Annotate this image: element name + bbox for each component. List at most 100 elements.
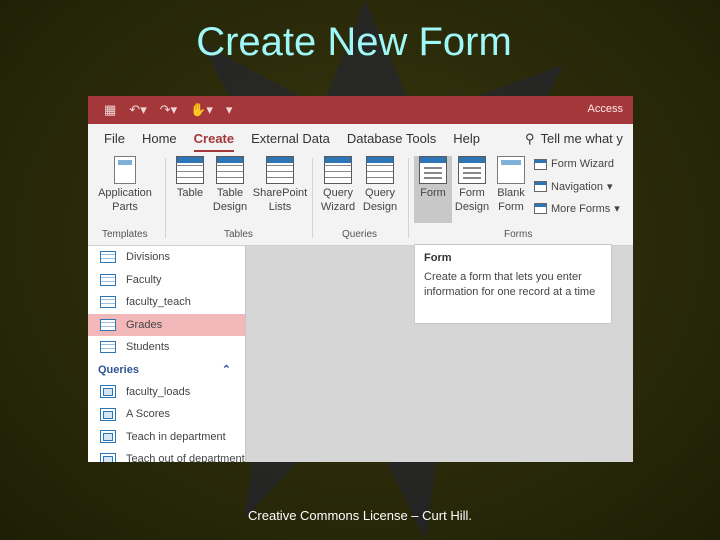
query-design-button[interactable]: Query Design <box>360 156 400 214</box>
queries-section-header[interactable]: Queries ⌃ <box>88 359 245 381</box>
query-wizard-icon <box>324 156 352 184</box>
sharepoint-lists-icon <box>266 156 294 184</box>
search-icon: ⚲ <box>525 131 535 146</box>
group-separator <box>408 158 409 238</box>
nav-item-label: Grades <box>126 318 163 331</box>
nav-table-students[interactable]: Students <box>88 336 245 358</box>
query-icon <box>100 430 116 443</box>
save-icon[interactable]: ▦ <box>104 102 116 118</box>
more-forms-button[interactable]: More Forms ▾ <box>534 202 620 215</box>
tooltip-title: Form <box>424 252 452 264</box>
query-icon <box>100 452 116 462</box>
blank-form-icon <box>497 156 525 184</box>
blank-form-button[interactable]: Blank Form <box>492 156 530 214</box>
form-label: Form <box>420 187 446 199</box>
table-label: Table <box>176 187 204 199</box>
customize-qat-icon[interactable]: ▾ <box>226 102 233 118</box>
group-label-templates: Templates <box>102 229 148 240</box>
query-icon <box>100 407 116 421</box>
form-tooltip: Form Create a form that lets you enter i… <box>414 244 612 324</box>
navigation-label: Navigation <box>551 180 603 193</box>
group-separator <box>312 158 313 238</box>
queries-header-label: Queries <box>98 363 139 376</box>
title-bar: ▦ ↶▾ ↷▾ ✋▾ ▾ Access <box>88 96 633 124</box>
nav-table-divisions[interactable]: Divisions <box>88 246 245 268</box>
table-design-label: Table Design <box>212 187 248 213</box>
navigation-icon <box>534 181 547 192</box>
access-window: ▦ ↶▾ ↷▾ ✋▾ ▾ Access File Home Create Ext… <box>88 96 633 462</box>
query-wizard-button[interactable]: Query Wizard <box>318 156 358 214</box>
form-design-button[interactable]: Form Design <box>454 156 490 214</box>
slide-title: Create New Form <box>196 20 512 64</box>
form-wizard-icon <box>534 158 547 170</box>
query-design-icon <box>366 156 394 184</box>
navigation-button[interactable]: Navigation ▾ <box>534 180 613 193</box>
form-button[interactable]: Form <box>414 156 452 223</box>
nav-table-grades[interactable]: Grades <box>88 313 245 336</box>
table-icon <box>100 341 116 353</box>
touch-mode-icon[interactable]: ✋▾ <box>190 102 213 118</box>
nav-query-a-scores[interactable]: A Scores <box>88 403 245 425</box>
table-icon <box>100 273 116 286</box>
more-forms-label: More Forms <box>551 202 611 215</box>
group-separator <box>165 158 166 238</box>
group-label-tables: Tables <box>224 229 253 240</box>
chevron-down-icon: ▾ <box>606 181 613 193</box>
table-icon <box>100 318 116 331</box>
ribbon-tabs: File Home Create External Data Database … <box>88 124 633 152</box>
nav-query-teach-in-department[interactable]: Teach in department <box>88 426 245 448</box>
nav-query-teach-out-of-department[interactable]: Teach out of department <box>88 448 245 462</box>
nav-item-label: Teach out of department <box>126 453 245 462</box>
nav-item-label: Students <box>126 341 170 353</box>
navigation-pane: Divisions Faculty faculty_teach Grades S… <box>88 246 246 462</box>
nav-item-label: Teach in department <box>126 430 226 443</box>
nav-table-faculty[interactable]: Faculty <box>88 269 245 291</box>
application-parts-button[interactable]: Application Parts <box>94 156 156 214</box>
quick-access-toolbar: ▦ ↶▾ ↷▾ ✋▾ ▾ <box>104 102 232 118</box>
slide-footer: Creative Commons License – Curt Hill. <box>248 508 472 523</box>
nav-item-label: faculty_teach <box>126 296 191 308</box>
table-icon <box>100 296 116 308</box>
query-wizard-label: Query Wizard <box>320 187 356 213</box>
tab-file[interactable]: File <box>104 127 125 150</box>
tab-home[interactable]: Home <box>142 127 177 150</box>
ribbon: Application Parts Table Table Design Sha… <box>88 152 633 246</box>
form-design-icon <box>458 156 486 184</box>
nav-item-label: Faculty <box>126 273 162 286</box>
application-parts-label: Application Parts <box>98 187 152 213</box>
redo-icon[interactable]: ↷▾ <box>160 102 177 118</box>
nav-item-label: faculty_loads <box>126 385 191 398</box>
tell-me-box[interactable]: ⚲ Tell me what y <box>525 131 623 147</box>
group-label-forms: Forms <box>504 229 533 240</box>
app-name: Access <box>587 103 623 115</box>
tooltip-text: Create a form that lets you enter inform… <box>424 271 596 298</box>
form-icon <box>419 156 447 184</box>
tab-external-data[interactable]: External Data <box>251 127 330 150</box>
application-parts-icon <box>114 156 136 184</box>
table-icon <box>100 251 116 263</box>
undo-icon[interactable]: ↶▾ <box>129 102 146 118</box>
table-design-button[interactable]: Table Design <box>210 156 250 214</box>
nav-item-label: A Scores <box>126 408 171 420</box>
form-wizard-label: Form Wizard <box>551 158 614 170</box>
tell-me-text: Tell me what y <box>540 131 623 146</box>
sharepoint-lists-button[interactable]: SharePoint Lists <box>252 156 308 214</box>
table-icon <box>176 156 204 184</box>
form-design-label: Form Design <box>454 187 490 213</box>
tab-create[interactable]: Create <box>193 127 235 152</box>
nav-query-faculty-loads[interactable]: faculty_loads <box>88 381 245 403</box>
chevron-down-icon: ▾ <box>614 203 620 215</box>
group-label-queries: Queries <box>342 229 378 240</box>
query-design-label: Query Design <box>362 187 398 213</box>
more-forms-icon <box>534 203 547 214</box>
nav-item-label: Divisions <box>126 251 171 263</box>
nav-table-faculty-teach[interactable]: faculty_teach <box>88 291 245 313</box>
tab-database-tools[interactable]: Database Tools <box>347 127 436 150</box>
table-button[interactable]: Table <box>172 156 208 200</box>
tab-help[interactable]: Help <box>453 127 480 150</box>
query-icon <box>100 385 116 398</box>
form-wizard-button[interactable]: Form Wizard <box>534 158 614 170</box>
sharepoint-lists-label: SharePoint Lists <box>252 187 308 213</box>
table-design-icon <box>216 156 244 184</box>
collapse-icon[interactable]: ⌃ <box>222 363 231 376</box>
